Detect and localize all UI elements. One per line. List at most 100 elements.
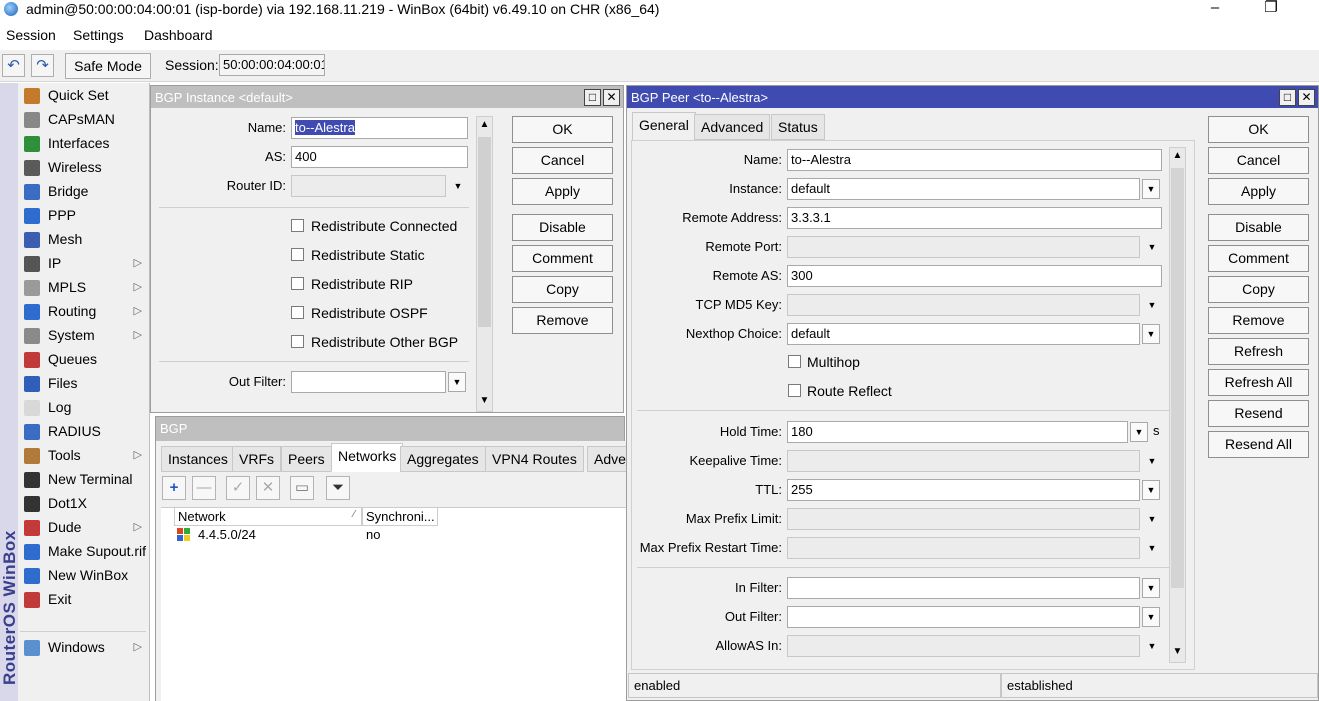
sidebar-item-wireless[interactable]: Wireless xyxy=(22,156,148,180)
nexthop-dropdown-icon[interactable]: ▼ xyxy=(1142,324,1160,344)
maximize-icon[interactable]: □ xyxy=(584,89,601,106)
remote-port-input[interactable] xyxy=(787,236,1140,258)
bgp-instance-titlebar[interactable]: BGP Instance <default> □ ✕ xyxy=(151,86,623,108)
table-row[interactable]: 4.4.5.0/24 no xyxy=(161,526,626,544)
redistribute-connected-checkbox[interactable] xyxy=(291,219,304,232)
name-input[interactable]: to--Alestra xyxy=(787,149,1162,171)
safe-mode-button[interactable]: Safe Mode xyxy=(65,53,151,79)
undo-icon[interactable]: ↶ xyxy=(2,54,25,77)
out-filter-dropdown-icon[interactable]: ▼ xyxy=(448,372,466,392)
resend-button[interactable]: Resend xyxy=(1208,400,1309,427)
sidebar-item-new-winbox[interactable]: New WinBox xyxy=(22,564,148,588)
cancel-button[interactable]: Cancel xyxy=(512,147,613,174)
close-icon[interactable]: ✕ xyxy=(1298,89,1315,106)
tab-vpn4-routes[interactable]: VPN4 Routes xyxy=(485,446,584,472)
out-filter-input[interactable] xyxy=(787,606,1140,628)
in-filter-input[interactable] xyxy=(787,577,1140,599)
remote-as-input[interactable]: 300 xyxy=(787,265,1162,287)
tab-networks[interactable]: Networks xyxy=(331,443,404,472)
column-header-network[interactable]: Network ⁄ xyxy=(174,507,362,526)
redistribute-rip-checkbox[interactable] xyxy=(291,277,304,290)
remote-address-input[interactable]: 3.3.3.1 xyxy=(787,207,1162,229)
sidebar-item-mpls[interactable]: MPLS ▷ xyxy=(22,276,148,300)
session-field[interactable]: 50:00:00:04:00:01 xyxy=(219,54,325,76)
minimize-button[interactable]: – xyxy=(1192,0,1238,20)
disable-button[interactable]: Disable xyxy=(1208,214,1309,241)
maximize-icon[interactable]: □ xyxy=(1279,89,1296,106)
menu-settings[interactable]: Settings xyxy=(73,27,124,43)
apply-button[interactable]: Apply xyxy=(1208,178,1309,205)
filter-icon[interactable]: ⏷ xyxy=(326,476,350,500)
remove-button[interactable]: Remove xyxy=(1208,307,1309,334)
sidebar-item-tools[interactable]: Tools ▷ xyxy=(22,444,148,468)
sidebar-item-radius[interactable]: RADIUS xyxy=(22,420,148,444)
comment-button[interactable]: Comment xyxy=(1208,245,1309,272)
sidebar-item-bridge[interactable]: Bridge xyxy=(22,180,148,204)
max-prefix-limit-input[interactable] xyxy=(787,508,1140,530)
bgp-list-titlebar[interactable]: BGP xyxy=(156,417,624,441)
ok-button[interactable]: OK xyxy=(1208,116,1309,143)
redistribute-other-bgp-checkbox[interactable] xyxy=(291,335,304,348)
tab-status[interactable]: Status xyxy=(771,114,825,140)
multihop-checkbox[interactable] xyxy=(788,355,801,368)
sidebar-item-capsman[interactable]: CAPsMAN xyxy=(22,108,148,132)
remove-icon[interactable]: — xyxy=(192,476,216,500)
remove-button[interactable]: Remove xyxy=(512,307,613,334)
max-prefix-restart-input[interactable] xyxy=(787,537,1140,559)
sidebar-item-interfaces[interactable]: Interfaces xyxy=(22,132,148,156)
ttl-input[interactable]: 255 xyxy=(787,479,1140,501)
add-icon[interactable]: + xyxy=(162,476,186,500)
sidebar-item-system[interactable]: System ▷ xyxy=(22,324,148,348)
router-id-input[interactable] xyxy=(291,175,446,197)
sidebar-item-ip[interactable]: IP ▷ xyxy=(22,252,148,276)
instance-input[interactable]: default xyxy=(787,178,1140,200)
instance-dropdown-icon[interactable]: ▼ xyxy=(1142,179,1160,199)
max-prefix-limit-dropdown-icon[interactable]: ▼ xyxy=(1145,512,1159,526)
out-filter-dropdown-icon[interactable]: ▼ xyxy=(1142,607,1160,627)
maximize-button[interactable]: ❐ xyxy=(1248,0,1294,20)
redo-icon[interactable]: ↷ xyxy=(31,54,54,77)
copy-button[interactable]: Copy xyxy=(512,276,613,303)
refresh-button[interactable]: Refresh xyxy=(1208,338,1309,365)
router-id-dropdown-icon[interactable]: ▼ xyxy=(451,179,465,193)
max-prefix-restart-dropdown-icon[interactable]: ▼ xyxy=(1145,541,1159,555)
tab-general[interactable]: General xyxy=(632,112,696,141)
comment-button[interactable]: Comment xyxy=(512,245,613,272)
sidebar-item-windows[interactable]: Windows ▷ xyxy=(22,636,148,660)
sidebar-item-mesh[interactable]: Mesh xyxy=(22,228,148,252)
apply-button[interactable]: Apply xyxy=(512,178,613,205)
resend-all-button[interactable]: Resend All xyxy=(1208,431,1309,458)
sidebar-item-ppp[interactable]: PPP xyxy=(22,204,148,228)
tcp-md5-input[interactable] xyxy=(787,294,1140,316)
as-input[interactable]: 400 xyxy=(291,146,468,168)
in-filter-dropdown-icon[interactable]: ▼ xyxy=(1142,578,1160,598)
scroll-up-icon[interactable]: ▲ xyxy=(478,119,491,133)
hold-time-dropdown-icon[interactable]: ▼ xyxy=(1130,422,1148,442)
menu-dashboard[interactable]: Dashboard xyxy=(144,27,213,43)
tab-peers[interactable]: Peers xyxy=(281,446,332,472)
ttl-dropdown-icon[interactable]: ▼ xyxy=(1142,480,1160,500)
allowas-in-dropdown-icon[interactable]: ▼ xyxy=(1145,639,1159,653)
sidebar-item-files[interactable]: Files xyxy=(22,372,148,396)
redistribute-static-checkbox[interactable] xyxy=(291,248,304,261)
sidebar-item-make-supout-rif[interactable]: Make Supout.rif xyxy=(22,540,148,564)
scroll-down-icon[interactable]: ▼ xyxy=(478,395,491,409)
peer-scrollbar[interactable]: ▲ ▼ xyxy=(1169,147,1186,663)
sidebar-item-new-terminal[interactable]: New Terminal xyxy=(22,468,148,492)
route-reflect-checkbox[interactable] xyxy=(788,384,801,397)
scroll-up-icon[interactable]: ▲ xyxy=(1171,150,1184,164)
sidebar-item-dude[interactable]: Dude ▷ xyxy=(22,516,148,540)
tab-advanced[interactable]: Advanced xyxy=(694,114,771,140)
tcp-md5-dropdown-icon[interactable]: ▼ xyxy=(1145,298,1159,312)
ok-button[interactable]: OK xyxy=(512,116,613,143)
sidebar-item-exit[interactable]: Exit xyxy=(22,588,148,612)
hold-time-input[interactable]: 180 xyxy=(787,421,1128,443)
sidebar-item-quick-set[interactable]: Quick Set xyxy=(22,84,148,108)
column-header-sync[interactable]: Synchroni... xyxy=(362,507,438,526)
scroll-down-icon[interactable]: ▼ xyxy=(1171,646,1184,660)
remote-port-dropdown-icon[interactable]: ▼ xyxy=(1145,240,1159,254)
sidebar-item-queues[interactable]: Queues xyxy=(22,348,148,372)
copy-button[interactable]: Copy xyxy=(1208,276,1309,303)
keepalive-input[interactable] xyxy=(787,450,1140,472)
sidebar-item-dot1x[interactable]: Dot1X xyxy=(22,492,148,516)
